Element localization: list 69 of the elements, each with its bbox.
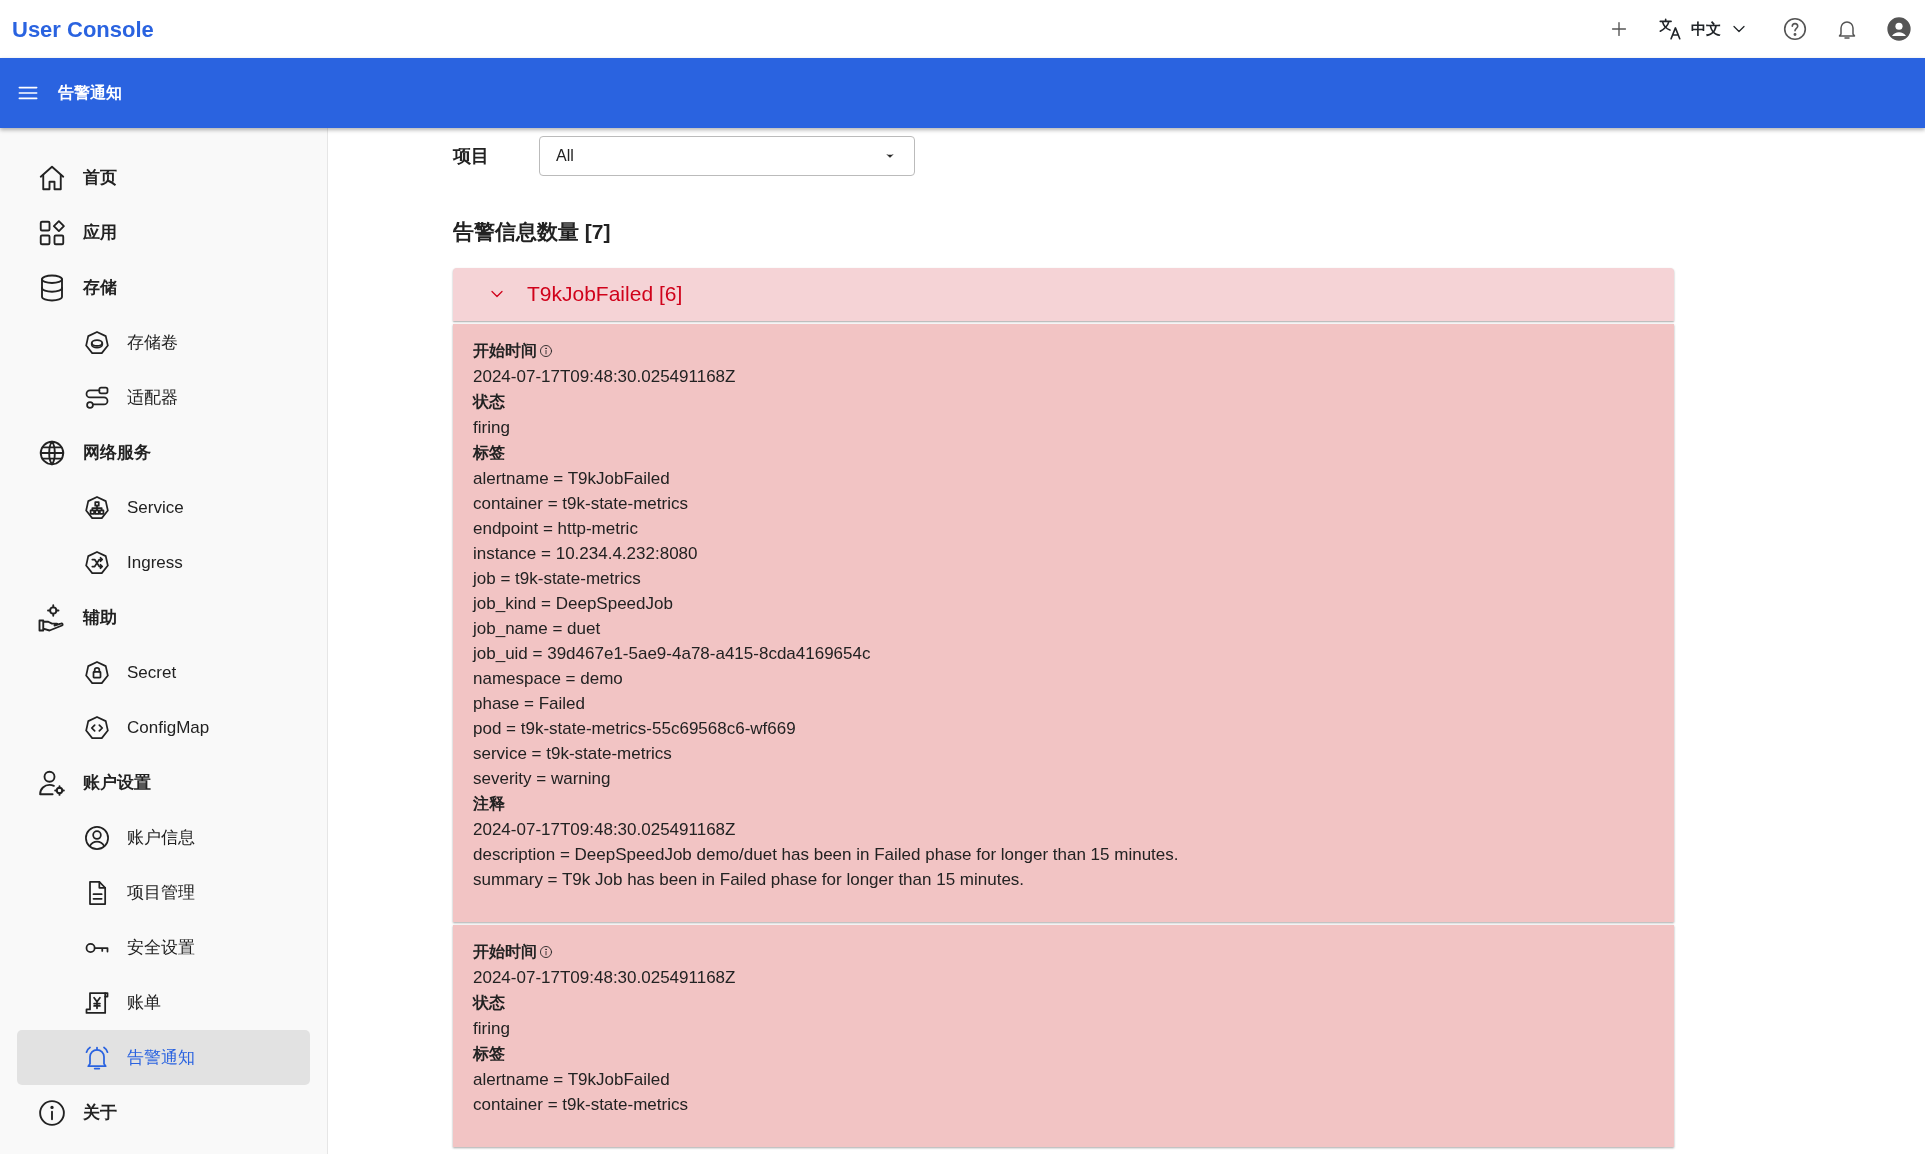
ingress-icon — [83, 548, 111, 577]
account-icon — [1886, 16, 1912, 42]
field-value: job = t9k-state-metrics — [473, 567, 642, 590]
sidebar-item[interactable]: 关于 — [17, 1085, 310, 1140]
info-icon — [37, 1097, 67, 1128]
field-value: endpoint = http-metric — [473, 517, 639, 540]
field-value: firing — [473, 416, 511, 439]
sidebar-item[interactable]: 安全设置 — [17, 920, 310, 975]
section-heading: 状态 — [473, 992, 505, 1013]
field-value: summary = T9k Job has been in Failed phase for longer than 15 minutes. — [473, 868, 1026, 891]
configmap-icon — [83, 713, 111, 742]
field-value: severity = warning — [473, 767, 612, 790]
section-heading: 标签 — [473, 1043, 505, 1064]
field-value: 2024-07-17T09:48:30.025491168Z — [473, 966, 737, 989]
project-select[interactable]: All — [539, 136, 915, 176]
field-label: 项目 — [453, 144, 489, 168]
section-heading: 注释 — [473, 793, 505, 814]
field-value: job_uid = 39d467e1-5ae9-4a78-a415-8cda4169654c — [473, 642, 872, 665]
field-value: alertname = T9kJobFailed — [473, 467, 671, 490]
page-title: 告警通知 — [58, 83, 122, 103]
section-heading: 开始时间 — [473, 340, 537, 361]
sidebar-item[interactable]: 适配器 — [17, 370, 310, 425]
sidebar-item[interactable]: 项目管理 — [17, 865, 310, 920]
field-value: firing — [473, 1017, 511, 1040]
sidebar-item[interactable]: Secret — [17, 645, 310, 700]
field-value: namespace = demo — [473, 667, 624, 690]
section-heading: 标签 — [473, 442, 505, 463]
section-heading: 开始时间 — [473, 941, 537, 962]
field-value: 2024-07-17T09:48:30.025491168Z — [473, 365, 737, 388]
field-value: job_name = duet — [473, 617, 602, 640]
sidebar-item[interactable]: Ingress — [17, 535, 310, 590]
field-value: service = t9k-state-metrics — [473, 742, 673, 765]
service-icon — [83, 493, 111, 522]
user-circle-icon — [83, 823, 111, 852]
alert-count: 告警信息数量 [7] — [453, 219, 612, 245]
translate-icon — [1657, 16, 1683, 42]
sidebar-item[interactable]: 首页 — [17, 150, 310, 205]
field-value: 2024-07-17T09:48:30.025491168Z — [473, 818, 737, 841]
sidebar-item[interactable]: 存储卷 — [17, 315, 310, 370]
sidebar-item[interactable]: ConfigMap — [17, 700, 310, 755]
sidebar-item[interactable]: 账单 — [17, 975, 310, 1030]
sidebar-item[interactable]: 辅助 — [17, 590, 310, 645]
sidebar-item[interactable]: Service — [17, 480, 310, 535]
sidebar-item[interactable]: 账户信息 — [17, 810, 310, 865]
apps-icon — [37, 217, 67, 248]
field-value: instance = 10.234.4.232:8080 — [473, 542, 699, 565]
sidebar-item[interactable]: 告警通知 — [17, 1030, 310, 1085]
field-value: pod = t9k-state-metrics-55c69568c6-wf669 — [473, 717, 797, 740]
lock-icon — [83, 658, 111, 687]
sidebar-item[interactable]: 网络服务 — [17, 425, 310, 480]
field-value: container = t9k-state-metrics — [473, 1093, 689, 1116]
section-heading: 状态 — [473, 391, 505, 412]
alert-group-header[interactable]: T9kJobFailed [6] — [453, 267, 1674, 321]
field-value: phase = Failed — [473, 692, 586, 715]
field-value: description = DeepSpeedJob demo/duet has been in Failed phase for longer than 15 minutes. — [473, 843, 1180, 866]
language-selector[interactable]: 中文 — [1657, 16, 1749, 42]
help-icon — [1782, 16, 1808, 42]
volume-icon — [83, 328, 111, 357]
app-title: User Console — [12, 15, 154, 44]
field-value: job_kind = DeepSpeedJob — [473, 592, 674, 615]
sidebar-item[interactable]: 账户设置 — [17, 755, 310, 810]
field-value: container = t9k-state-metrics — [473, 492, 689, 515]
help-button[interactable] — [1781, 15, 1809, 43]
account-button[interactable] — [1885, 15, 1913, 43]
info-icon — [539, 944, 553, 959]
sidebar-item[interactable]: 应用 — [17, 205, 310, 260]
info-icon — [539, 343, 553, 358]
sidebar-item[interactable]: 存储 — [17, 260, 310, 315]
field-value: alertname = T9kJobFailed — [473, 1068, 671, 1091]
